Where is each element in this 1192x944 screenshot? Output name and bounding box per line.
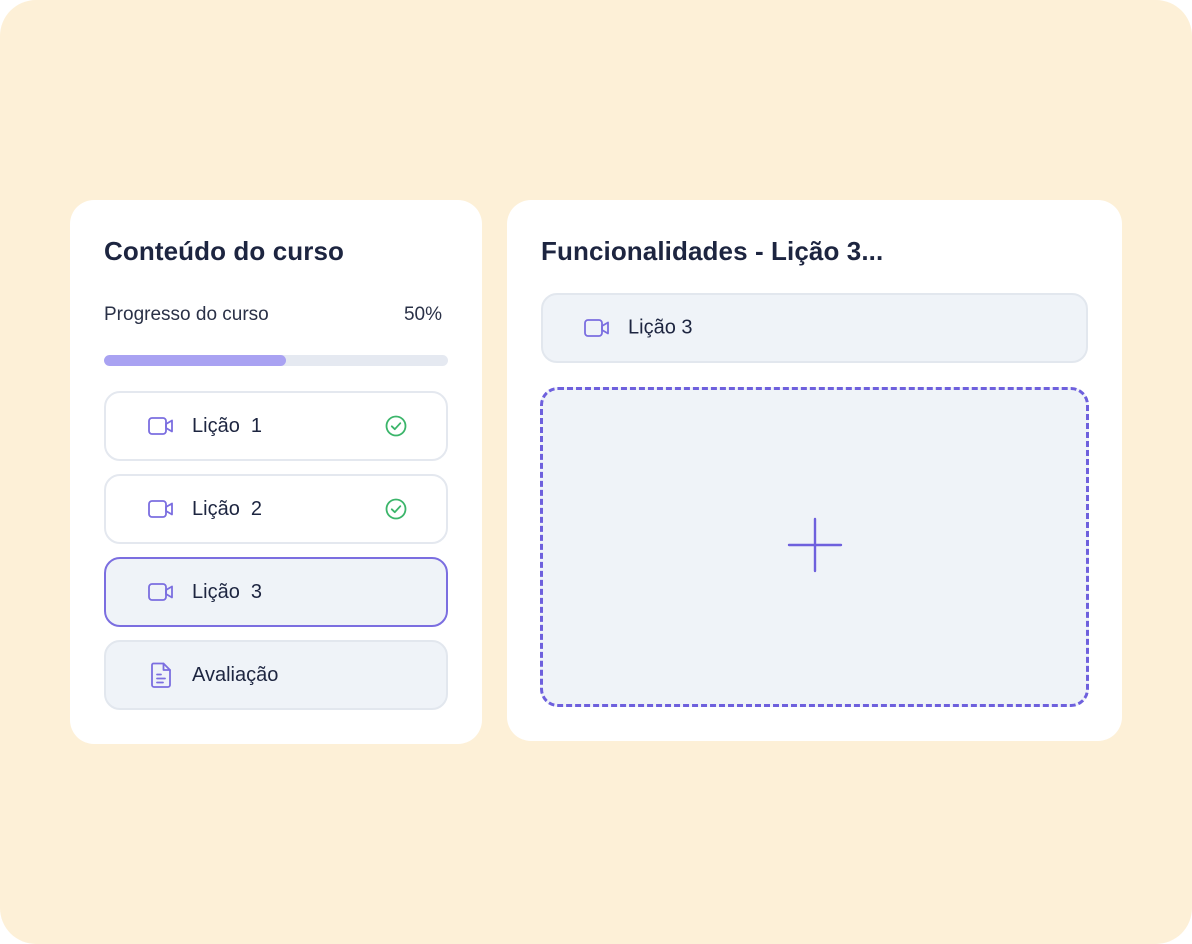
page-background: Conteúdo do curso Progresso do curso 50%… [0, 0, 1192, 944]
lesson-item-1[interactable]: Lição 1 [104, 391, 448, 461]
check-circle-icon [384, 497, 408, 521]
video-camera-icon [147, 412, 175, 440]
lesson-item-evaluation[interactable]: Avaliação [104, 640, 448, 710]
plus-icon[interactable] [787, 517, 843, 578]
document-icon [147, 661, 175, 689]
lesson-label: Lição 1 [192, 414, 263, 437]
video-camera-icon [147, 495, 175, 523]
progress-bar-fill [104, 355, 287, 366]
lesson-label: Lição 3 [192, 580, 263, 603]
features-title: Funcionalidades - Lição 3... [541, 236, 884, 266]
lesson-label: Lição 2 [192, 497, 263, 520]
video-camera-icon [583, 314, 611, 342]
check-circle-icon [384, 414, 408, 438]
lesson-label: Avaliação [192, 663, 279, 686]
lesson-item-3[interactable]: Lição 3 [104, 557, 448, 627]
features-panel: Funcionalidades - Lição 3... Lição 3 [507, 200, 1122, 741]
lesson-item-2[interactable]: Lição 2 [104, 474, 448, 544]
progress-label: Progresso do curso [104, 304, 269, 325]
course-content-panel: Conteúdo do curso Progresso do curso 50%… [70, 200, 482, 744]
feature-lesson-label: Lição 3 [628, 316, 693, 339]
course-content-title: Conteúdo do curso [104, 236, 345, 266]
add-content-dropzone[interactable] [540, 387, 1089, 707]
feature-lesson-item[interactable]: Lição 3 [541, 293, 1088, 363]
video-camera-icon [147, 578, 175, 606]
progress-bar [104, 355, 448, 366]
progress-value: 50% [403, 304, 442, 325]
